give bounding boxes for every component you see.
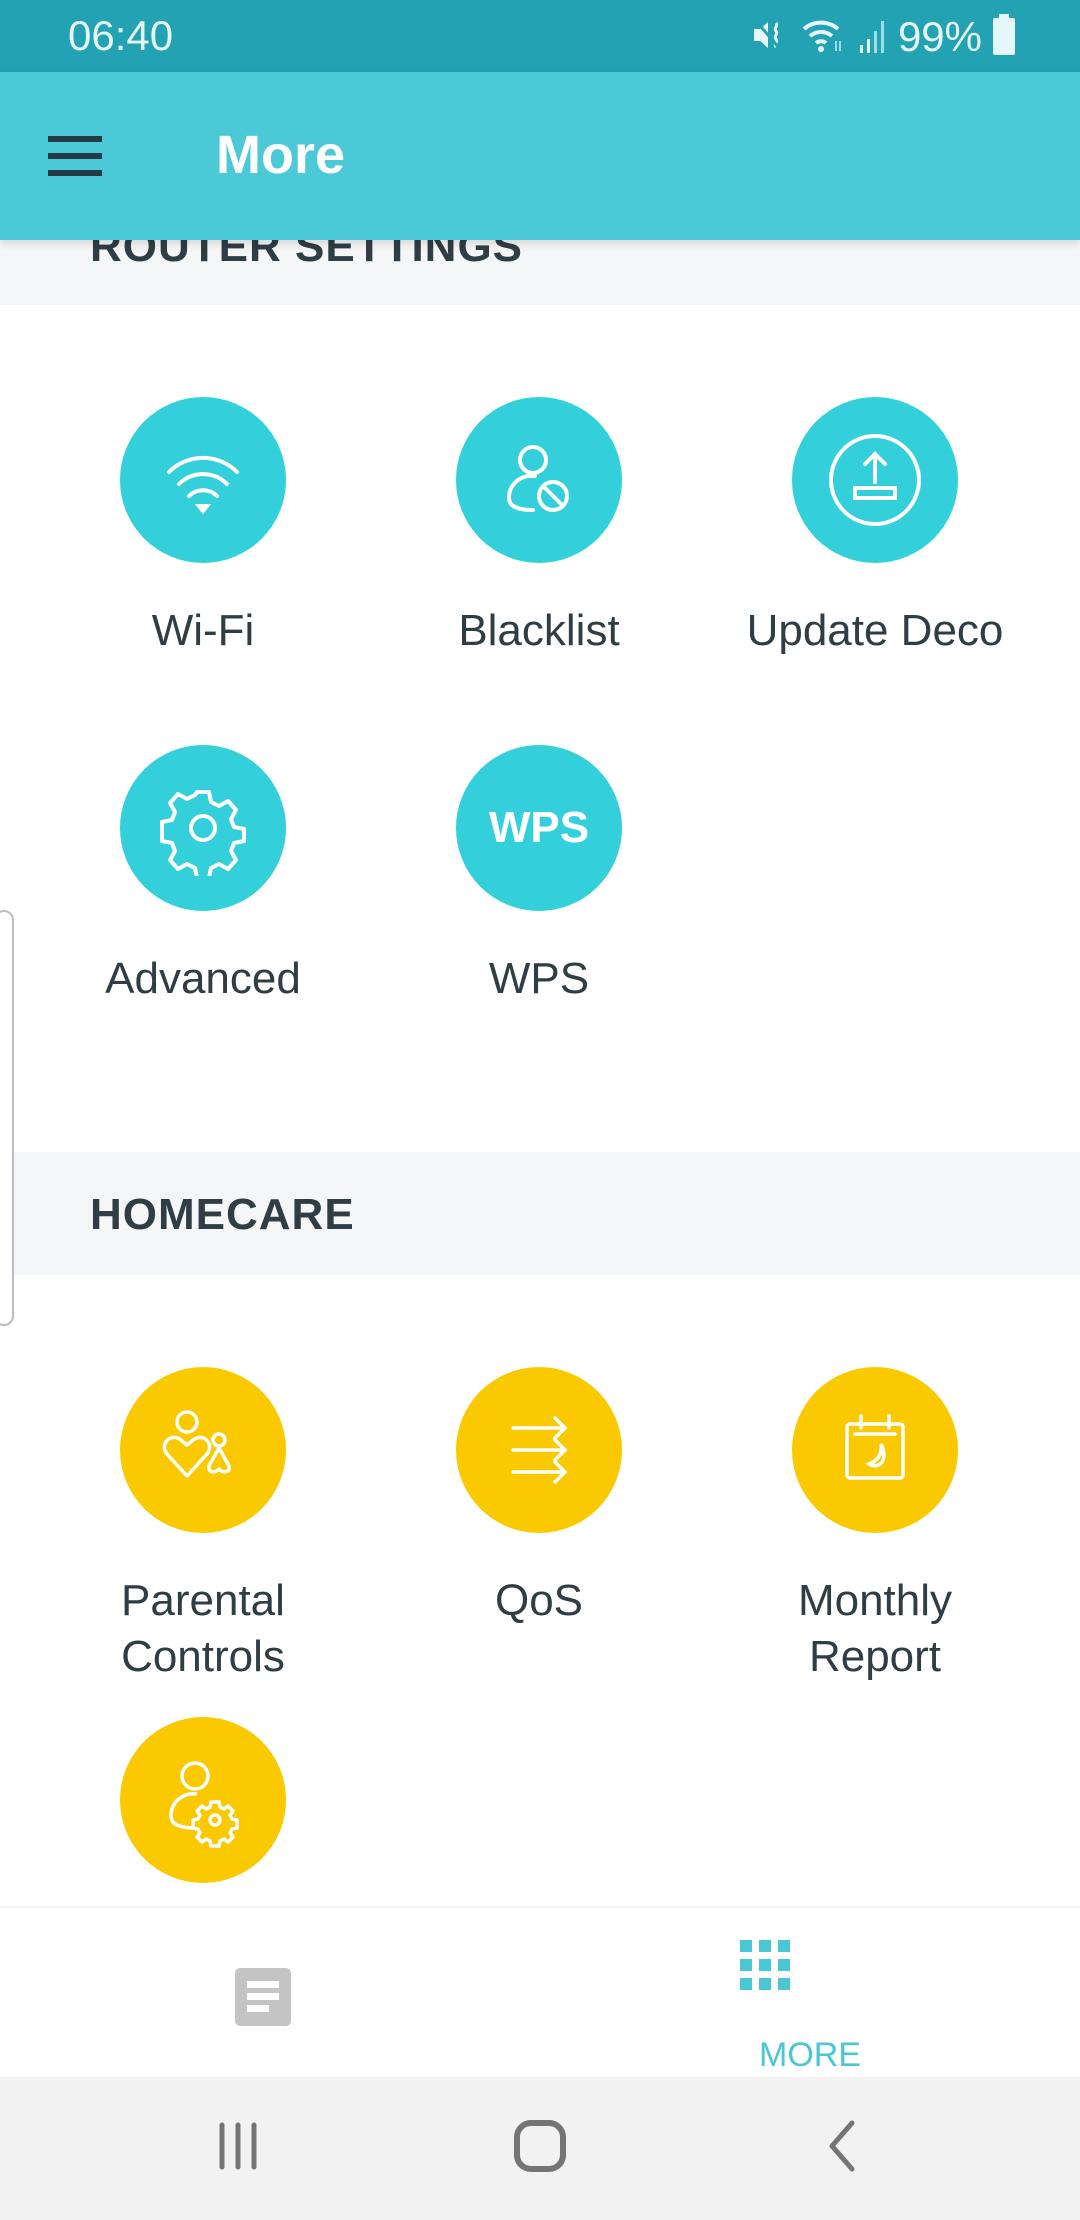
tile-advanced[interactable]: Advanced bbox=[35, 745, 371, 1007]
router-settings-header: ROUTER SETTINGS bbox=[0, 240, 1080, 305]
tile-label-line2: Report bbox=[808, 1632, 942, 1681]
tile-label-parental-controls: Parental Controls bbox=[121, 1573, 285, 1685]
app-bar: More bbox=[0, 72, 1080, 240]
user-settings-icon bbox=[120, 1717, 286, 1883]
homecare-header: HOMECARE bbox=[0, 1152, 1080, 1275]
overview-list-icon bbox=[235, 1968, 291, 2031]
nav-item-more-label: MORE bbox=[759, 2036, 861, 2074]
battery-icon bbox=[992, 13, 1016, 61]
mute-vibrate-icon bbox=[750, 15, 790, 60]
grid-icon bbox=[740, 1940, 790, 1995]
upload-icon bbox=[792, 397, 958, 563]
wifi-icon bbox=[120, 397, 286, 563]
parental-controls-icon bbox=[120, 1367, 286, 1533]
tile-wifi[interactable]: Wi-Fi bbox=[35, 397, 371, 659]
tile-label-blacklist: Blacklist bbox=[458, 606, 620, 655]
edge-panel-handle[interactable] bbox=[0, 910, 14, 1326]
screen: 06:40 99% More ROUTER SETTINGS Wi-Fi Bla… bbox=[0, 0, 1080, 2220]
tile-label-wifi: Wi-Fi bbox=[151, 606, 255, 655]
tile-user-settings[interactable] bbox=[35, 1717, 371, 1883]
tile-qos[interactable]: QoS bbox=[371, 1367, 707, 1629]
hamburger-menu-icon[interactable] bbox=[48, 122, 118, 190]
cell-signal-icon bbox=[858, 15, 888, 60]
more-content-scroll[interactable]: ROUTER SETTINGS Wi-Fi Blacklist Update D… bbox=[0, 240, 1080, 1906]
tile-label-line2: Controls bbox=[121, 1632, 285, 1681]
back-icon bbox=[824, 2119, 860, 2178]
battery-percent: 99% bbox=[897, 13, 982, 60]
tile-label-advanced: Advanced bbox=[105, 954, 301, 1003]
status-bar: 06:40 99% bbox=[0, 0, 1080, 72]
tile-blacklist[interactable]: Blacklist bbox=[371, 397, 707, 659]
wps-icon: WPS bbox=[456, 745, 622, 911]
tile-monthly-report[interactable]: Monthly Report bbox=[707, 1367, 1043, 1685]
tile-label-line1: Parental bbox=[121, 1576, 285, 1625]
tile-label-monthly-report: Monthly Report bbox=[798, 1573, 952, 1685]
section-title-homecare: HOMECARE bbox=[90, 1190, 355, 1239]
section-title-router-settings: ROUTER SETTINGS bbox=[90, 240, 524, 271]
tile-label-update-deco: Update Deco bbox=[746, 606, 1004, 655]
wifi-data-icon bbox=[800, 15, 848, 60]
bottom-nav: MORE bbox=[0, 1906, 1080, 2077]
status-icons: 99% bbox=[750, 12, 1016, 62]
recent-apps-icon bbox=[214, 2121, 262, 2176]
recent-apps-button[interactable] bbox=[178, 2077, 298, 2220]
gear-icon bbox=[120, 745, 286, 911]
tile-wps[interactable]: WPS WPS bbox=[371, 745, 707, 1007]
tile-parental-controls[interactable]: Parental Controls bbox=[35, 1367, 371, 1685]
calendar-moon-icon bbox=[792, 1367, 958, 1533]
tile-update-deco[interactable]: Update Deco bbox=[707, 397, 1043, 659]
home-icon bbox=[513, 2119, 567, 2178]
user-blocked-icon bbox=[456, 397, 622, 563]
tile-label-line1: Monthly bbox=[797, 1576, 953, 1625]
page-title: More bbox=[216, 125, 346, 185]
qos-arrows-icon bbox=[456, 1367, 622, 1533]
status-time: 06:40 bbox=[68, 12, 174, 59]
tile-label-qos: QoS bbox=[494, 1576, 584, 1625]
home-button[interactable] bbox=[480, 2077, 600, 2220]
wps-icon-text: WPS bbox=[488, 803, 590, 852]
tile-label-wps: WPS bbox=[488, 954, 590, 1003]
back-button[interactable] bbox=[782, 2077, 902, 2220]
system-nav-bar bbox=[0, 2077, 1080, 2220]
nav-item-more[interactable]: MORE bbox=[540, 1908, 1080, 2079]
nav-item-overview[interactable] bbox=[0, 1908, 540, 2079]
